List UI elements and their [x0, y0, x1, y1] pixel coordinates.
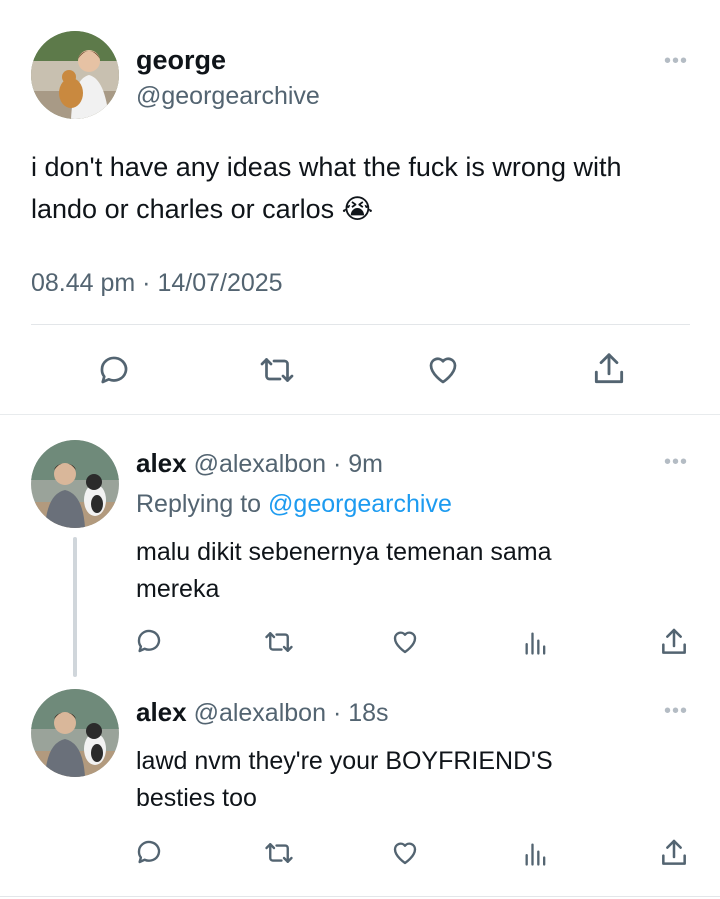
reply-time[interactable]: · 18s	[333, 699, 389, 727]
retweet-icon[interactable]	[262, 627, 296, 657]
retweet-icon[interactable]	[257, 352, 297, 388]
share-icon[interactable]	[658, 626, 690, 658]
avatar[interactable]	[31, 689, 119, 777]
replying-to-link[interactable]: @georgearchive	[268, 490, 452, 518]
tweet-text-body: i don't have any ideas what the fuck is …	[31, 152, 622, 224]
more-options-icon[interactable]: •••	[664, 451, 688, 474]
reply-text-line: malu dikit sebenernya temenan sama	[136, 538, 552, 566]
tweet-text: i don't have any ideas what the fuck is …	[31, 146, 681, 230]
reply-time[interactable]: · 9m	[333, 450, 383, 478]
reply-text: malu dikit sebenernya temenan sama merek…	[136, 534, 552, 608]
more-options-icon[interactable]: •••	[664, 700, 688, 723]
share-icon[interactable]	[590, 350, 628, 388]
reply-author-handle[interactable]: @alexalbon	[194, 450, 326, 478]
author-handle[interactable]: @georgearchive	[136, 81, 320, 111]
views-icon[interactable]	[522, 628, 550, 658]
reply-author-name[interactable]: alex	[136, 697, 187, 727]
reply-text-line: besties too	[136, 784, 257, 812]
author-name[interactable]: george	[136, 44, 226, 76]
reply-text-line: lawd nvm they're your BOYFRIEND'S	[136, 747, 553, 775]
loudly-crying-emoji: 😭	[341, 194, 374, 224]
reply-icon[interactable]	[96, 352, 132, 388]
section-divider	[0, 414, 720, 415]
avatar[interactable]	[31, 31, 119, 119]
like-icon[interactable]	[389, 838, 421, 868]
reply-text-line: mereka	[136, 575, 220, 603]
reply-text: lawd nvm they're your BOYFRIEND'S bestie…	[136, 743, 553, 817]
share-icon[interactable]	[658, 837, 690, 869]
thread-line	[73, 537, 77, 677]
reply-author-name[interactable]: alex	[136, 448, 187, 478]
reply-header: alex @alexalbon · 9m	[136, 448, 383, 479]
replying-to: Replying to @georgearchive	[136, 489, 452, 519]
reply-icon[interactable]	[134, 626, 164, 656]
reply-icon[interactable]	[134, 837, 164, 867]
avatar[interactable]	[31, 440, 119, 528]
more-options-icon[interactable]: •••	[664, 50, 688, 73]
retweet-icon[interactable]	[262, 838, 296, 868]
views-icon[interactable]	[522, 839, 550, 869]
like-icon[interactable]	[424, 352, 462, 388]
reply-author-handle[interactable]: @alexalbon	[194, 699, 326, 727]
bottom-divider	[0, 896, 720, 897]
reply-header: alex @alexalbon · 18s	[136, 697, 389, 728]
divider	[31, 324, 690, 325]
replying-to-prefix: Replying to	[136, 490, 262, 518]
like-icon[interactable]	[389, 627, 421, 657]
tweet-timestamp[interactable]: 08.44 pm · 14/07/2025	[31, 268, 283, 298]
